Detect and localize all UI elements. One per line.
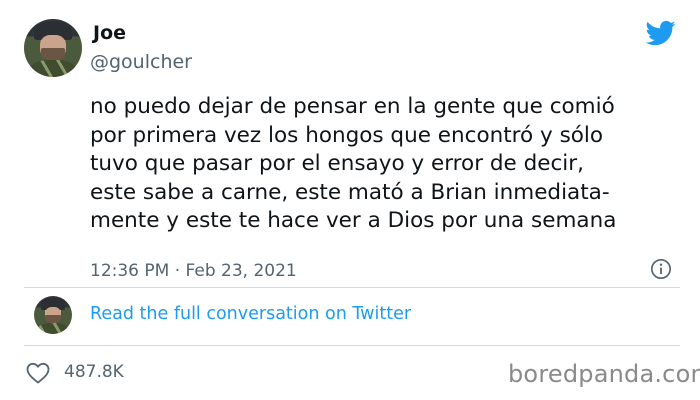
heart-icon[interactable]	[26, 362, 50, 384]
author-avatar[interactable]	[24, 19, 82, 77]
twitter-bird-icon[interactable]	[644, 18, 678, 48]
info-icon[interactable]	[650, 258, 672, 280]
tweet-timestamp[interactable]: 12:36 PM · Feb 23, 2021	[90, 261, 297, 281]
tweet-text: no puedo dejar de pensar en la gente que…	[90, 94, 617, 234]
author-handle[interactable]: @goulcher	[90, 51, 192, 73]
watermark: boredpanda.com	[508, 360, 700, 388]
author-display-name[interactable]: Joe	[93, 22, 126, 44]
conversation-avatar[interactable]	[34, 296, 72, 334]
divider	[24, 287, 680, 288]
divider	[24, 345, 680, 346]
like-count: 487.8K	[64, 362, 124, 382]
read-conversation-link[interactable]: Read the full conversation on Twitter	[90, 304, 411, 324]
